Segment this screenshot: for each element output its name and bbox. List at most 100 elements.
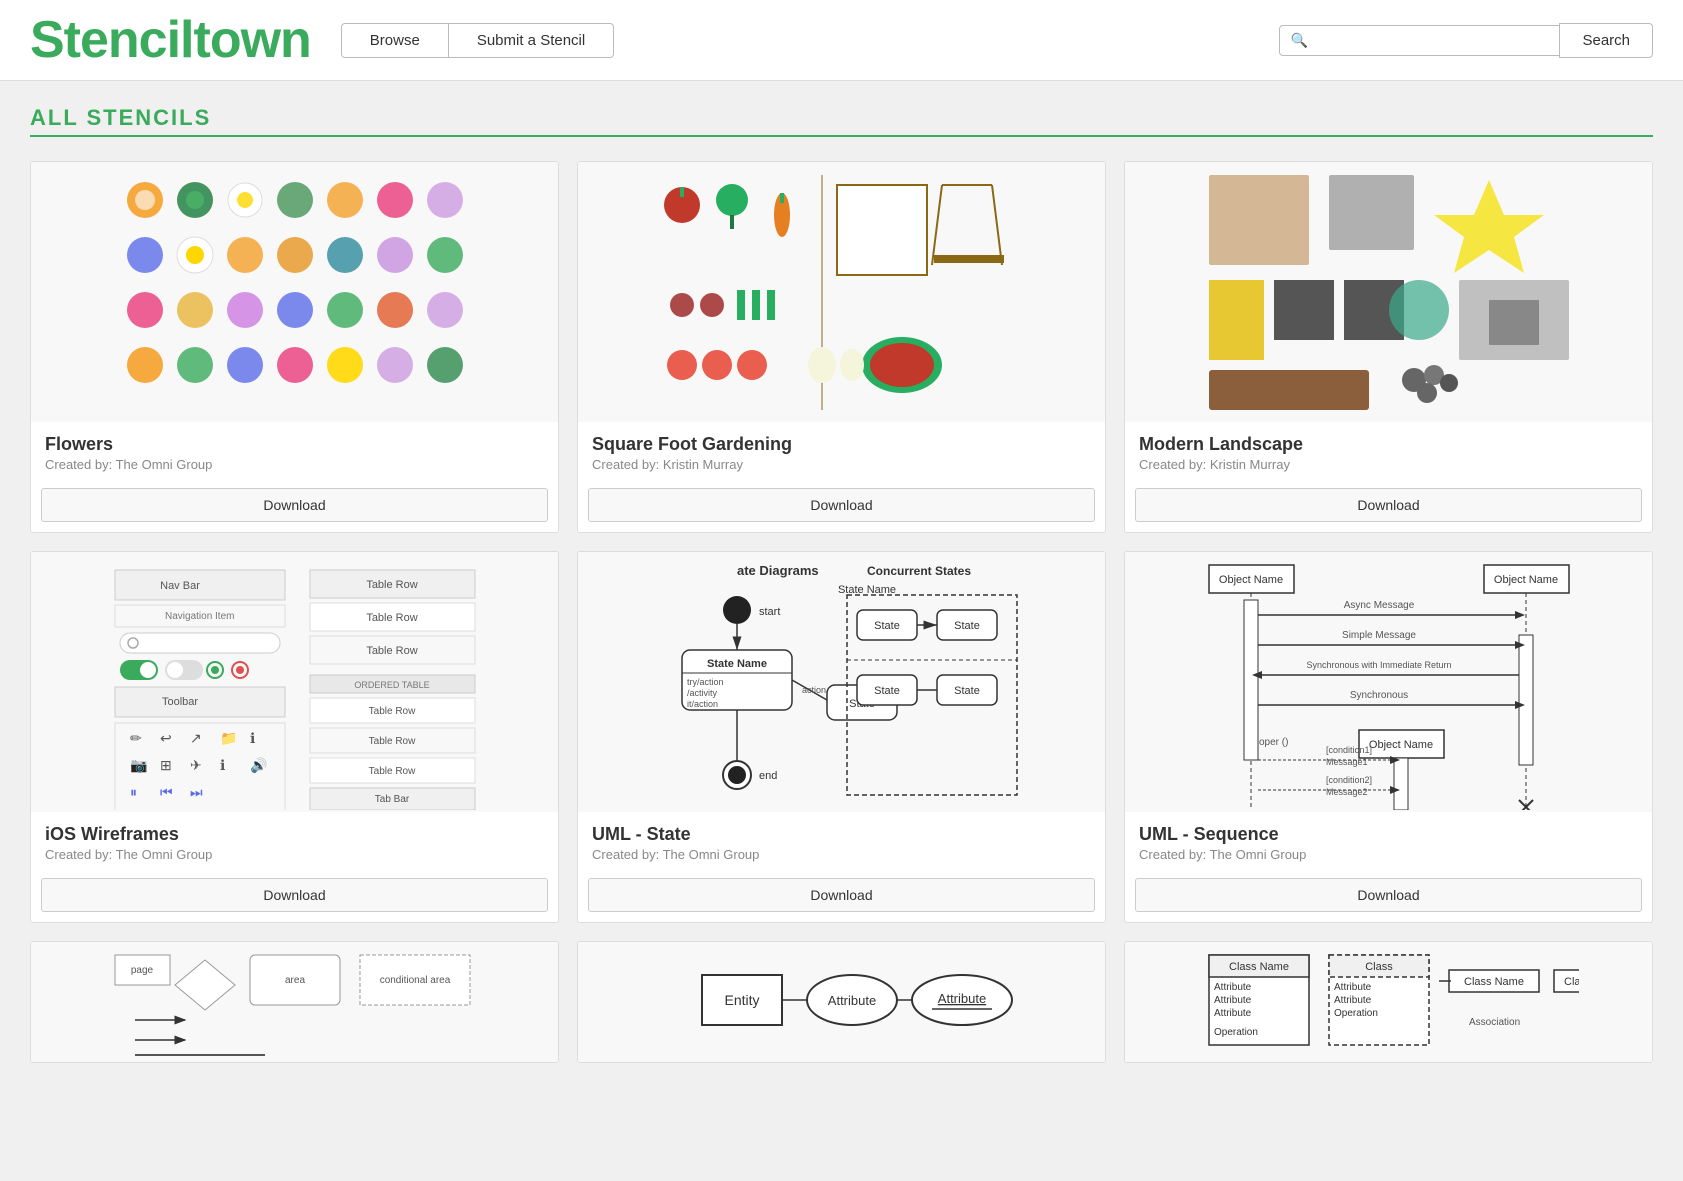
svg-text:Object Name: Object Name	[1368, 739, 1432, 751]
bottom-partial-grid: page area conditional area	[30, 941, 1653, 1063]
card-flowchart-partial: page area conditional area	[30, 941, 559, 1063]
svg-text:Table Row: Table Row	[366, 645, 417, 657]
search-button[interactable]: Search	[1559, 23, 1653, 58]
submit-stencil-button[interactable]: Submit a Stencil	[449, 23, 614, 58]
svg-text:Attribute: Attribute	[1334, 982, 1372, 993]
download-button-ios[interactable]: Download	[41, 878, 548, 912]
card-author-uml-sequence: Created by: The Omni Group	[1139, 847, 1638, 862]
svg-text:ℹ: ℹ	[250, 730, 255, 746]
landscape-svg	[1199, 165, 1579, 420]
stencil-grid: Flowers Created by: The Omni Group Downl…	[30, 161, 1653, 923]
svg-text:State Name: State Name	[837, 584, 895, 596]
download-button-flowers[interactable]: Download	[41, 488, 548, 522]
svg-text:Attribute: Attribute	[827, 993, 875, 1008]
svg-text:↗: ↗	[190, 730, 202, 746]
download-button-garden[interactable]: Download	[588, 488, 1095, 522]
card-class-partial: Class Name Attribute Attribute Attribute…	[1124, 941, 1653, 1063]
svg-text:Synchronous: Synchronous	[1349, 690, 1407, 701]
flowers-svg	[105, 165, 485, 420]
svg-text:Class N: Class N	[1564, 976, 1579, 988]
download-button-uml-sequence[interactable]: Download	[1135, 878, 1642, 912]
svg-text:try/action: try/action	[687, 677, 724, 687]
svg-text:Table Row: Table Row	[368, 766, 415, 777]
card-flowers: Flowers Created by: The Omni Group Downl…	[30, 161, 559, 533]
card-title-uml-state: UML - State	[592, 824, 1091, 845]
svg-text:ate Diagrams: ate Diagrams	[737, 563, 819, 578]
card-image-class-partial: Class Name Attribute Attribute Attribute…	[1125, 942, 1652, 1062]
search-area: 🔍 Search	[1279, 23, 1653, 58]
svg-text:Attribute: Attribute	[1214, 982, 1252, 993]
svg-text:Class Name: Class Name	[1464, 976, 1524, 988]
svg-text:⏭: ⏭	[190, 784, 203, 800]
svg-text:start: start	[759, 606, 780, 618]
svg-text:📷: 📷	[130, 757, 147, 774]
svg-text:State: State	[954, 685, 980, 697]
logo: Stenciltown	[30, 14, 311, 66]
download-button-uml-state[interactable]: Download	[588, 878, 1095, 912]
svg-text:Attribute: Attribute	[1334, 995, 1372, 1006]
card-image-landscape	[1125, 162, 1652, 422]
er-partial-svg: Entity Attribute Attribute	[652, 945, 1032, 1060]
search-icon: 🔍	[1290, 32, 1307, 49]
svg-text:Operation: Operation	[1334, 1008, 1378, 1019]
card-image-flowchart-partial: page area conditional area	[31, 942, 558, 1062]
svg-text:Class Name: Class Name	[1229, 961, 1289, 973]
card-title-landscape: Modern Landscape	[1139, 434, 1638, 455]
svg-text:/activity: /activity	[687, 688, 718, 698]
svg-text:[condition2]: [condition2]	[1326, 775, 1372, 785]
svg-text:⏮: ⏮	[160, 784, 173, 800]
svg-text:📁: 📁	[220, 730, 237, 746]
card-author-flowers: Created by: The Omni Group	[45, 457, 544, 472]
card-title-ios: iOS Wireframes	[45, 824, 544, 845]
section-title: ALL STENCILS	[30, 105, 1653, 131]
search-input[interactable]	[1314, 32, 1550, 49]
download-button-landscape[interactable]: Download	[1135, 488, 1642, 522]
svg-text:Tab Bar: Tab Bar	[374, 794, 409, 805]
svg-text:[condition1]: [condition1]	[1326, 745, 1372, 755]
svg-text:Toolbar: Toolbar	[161, 696, 197, 708]
card-ios: Nav Bar Navigation Item	[30, 551, 559, 923]
svg-text:Nav Bar: Nav Bar	[160, 580, 200, 592]
svg-text:Async Message: Async Message	[1343, 600, 1414, 611]
svg-text:Synchronous with Immediate Ret: Synchronous with Immediate Return	[1306, 660, 1451, 670]
svg-text:State: State	[874, 685, 900, 697]
svg-text:Class: Class	[1365, 961, 1393, 973]
ios-svg: Nav Bar Navigation Item	[105, 555, 485, 810]
card-author-ios: Created by: The Omni Group	[45, 847, 544, 862]
browse-button[interactable]: Browse	[341, 23, 449, 58]
svg-text:State: State	[874, 620, 900, 632]
card-title-flowers: Flowers	[45, 434, 544, 455]
svg-text:Message2: Message2	[1326, 787, 1368, 797]
svg-text:Table Row: Table Row	[366, 612, 417, 624]
svg-text:Attribute: Attribute	[1214, 995, 1252, 1006]
card-image-flowers	[31, 162, 558, 422]
card-image-er-partial: Entity Attribute Attribute	[578, 942, 1105, 1062]
card-image-uml-sequence: Object Name Object Name Async Message	[1125, 552, 1652, 812]
main-content: ALL STENCILS	[0, 81, 1683, 1087]
search-input-wrap: 🔍	[1279, 25, 1559, 56]
card-title-garden: Square Foot Gardening	[592, 434, 1091, 455]
svg-text:Operation: Operation	[1214, 1027, 1258, 1038]
card-landscape: Modern Landscape Created by: Kristin Mur…	[1124, 161, 1653, 533]
card-info-landscape: Modern Landscape Created by: Kristin Mur…	[1125, 422, 1652, 478]
svg-text:↩: ↩	[160, 730, 172, 746]
svg-text:Object Name: Object Name	[1493, 574, 1557, 586]
svg-text:Concurrent States: Concurrent States	[867, 564, 971, 578]
card-info-uml-sequence: UML - Sequence Created by: The Omni Grou…	[1125, 812, 1652, 868]
svg-text:conditional area: conditional area	[379, 975, 450, 986]
svg-text:action: action	[802, 685, 826, 695]
card-uml-sequence: Object Name Object Name Async Message	[1124, 551, 1653, 923]
svg-text:ℹ: ℹ	[220, 757, 225, 773]
header: Stenciltown Browse Submit a Stencil 🔍 Se…	[0, 0, 1683, 81]
svg-text:Message1: Message1	[1326, 757, 1368, 767]
svg-text:Entity: Entity	[724, 992, 759, 1008]
svg-text:Object Name: Object Name	[1218, 574, 1282, 586]
uml-state-svg: ate Diagrams Concurrent States start Sta…	[652, 555, 1032, 810]
uml-sequence-svg: Object Name Object Name Async Message	[1199, 555, 1579, 810]
card-image-ios: Nav Bar Navigation Item	[31, 552, 558, 812]
card-garden: Square Foot Gardening Created by: Kristi…	[577, 161, 1106, 533]
card-image-uml-state: ate Diagrams Concurrent States start Sta…	[578, 552, 1105, 812]
section-divider	[30, 135, 1653, 137]
card-title-uml-sequence: UML - Sequence	[1139, 824, 1638, 845]
svg-text:oper (): oper ()	[1259, 737, 1288, 748]
